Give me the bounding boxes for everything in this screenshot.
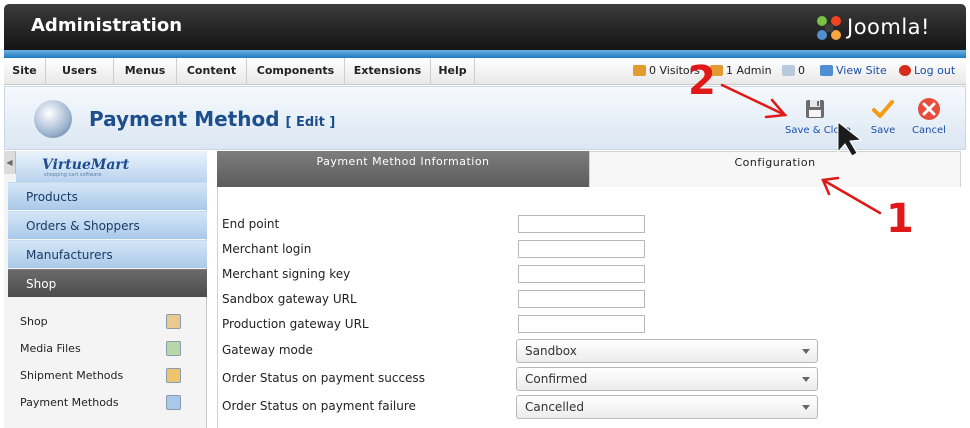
sidebar-item-media-files[interactable]: Media Files [8,335,207,362]
logout-link[interactable]: Log out [899,58,955,85]
sidebar-item-shop[interactable]: Shop [8,308,207,335]
gateway-mode-label: Gateway mode [222,343,313,357]
end-point-label: End point [222,217,280,231]
sidebar-item-media-label: Media Files [20,342,81,355]
sidebar-section-orders[interactable]: Orders & Shoppers [8,211,207,239]
sidebar: ◀ VirtueMart shopping cart software Prod… [4,151,207,428]
menu-content[interactable]: Content [177,58,247,85]
virtuemart-logo: VirtueMart shopping cart software [16,151,207,182]
save-button[interactable]: Save [865,97,901,143]
menu-components[interactable]: Components [247,58,345,85]
checkmark-icon [872,100,894,118]
page: Administration Joomla! Site Users Menus … [0,0,970,428]
view-site-label: View Site [836,64,887,77]
menu-site[interactable]: Site [4,58,46,85]
joomla-logo-icon [817,16,841,40]
shop-icon [166,314,181,329]
virtuemart-logo-tagline: shopping cart software [44,172,102,178]
page-title: Payment Method [ Edit ] [89,107,335,131]
annotation-step-2: 2 [688,58,716,104]
visitors-icon [633,65,646,76]
annotation-step-1: 1 [886,196,914,242]
gateway-mode-select[interactable]: Sandbox [516,339,818,363]
cancel-label: Cancel [912,125,946,136]
merchant-signing-key-input[interactable] [518,265,645,283]
admin-header: Administration Joomla! [4,4,966,50]
view-site-link[interactable]: View Site [820,58,887,85]
admins-stat: 1 Admin [710,58,772,85]
cancel-button[interactable]: Cancel [909,97,949,143]
sidebar-collapse-handle[interactable]: ◀ [4,151,16,174]
cancel-x-icon [918,98,940,120]
main-menu-bar: Site Users Menus Content Components Exte… [4,58,966,85]
menu-menus[interactable]: Menus [114,58,177,85]
gateway-mode-value: Sandbox [525,344,577,358]
chevron-down-icon [802,405,810,410]
merchant-login-input[interactable] [518,240,645,258]
joomla-logo: Joomla! [814,13,960,43]
sandbox-gateway-url-input[interactable] [518,290,645,308]
page-title-suffix: [ Edit ] [285,115,336,130]
menu-users[interactable]: Users [46,58,114,85]
logout-icon [899,65,911,76]
chevron-down-icon [802,349,810,354]
save-close-label: Save & Close [785,125,851,136]
payment-failure-status-value: Cancelled [525,400,584,414]
save-label: Save [870,125,896,136]
virtuemart-component-icon [34,100,72,138]
sidebar-section-manufacturers[interactable]: Manufacturers [8,240,207,268]
end-point-input[interactable] [518,215,645,233]
production-gateway-url-input[interactable] [518,315,645,333]
floppy-disk-icon [806,100,824,118]
monitor-icon [820,65,833,76]
messages-count: 0 [798,64,805,77]
sandbox-gateway-url-label: Sandbox gateway URL [222,292,357,306]
header-stripe [4,50,966,58]
admins-count: 1 Admin [726,64,772,77]
chevron-down-icon [802,377,810,382]
sidebar-item-shipment-label: Shipment Methods [20,369,124,382]
payment-success-status-select[interactable]: Confirmed [516,367,818,391]
payment-success-status-label: Order Status on payment success [222,371,425,385]
payment-success-status-value: Confirmed [525,372,588,386]
menu-help[interactable]: Help [431,58,475,85]
sidebar-item-shipment-methods[interactable]: Shipment Methods [8,362,207,389]
sidebar-item-payment-methods[interactable]: Payment Methods [8,389,207,416]
truck-icon [166,368,181,383]
production-gateway-url-label: Production gateway URL [222,317,369,331]
messages-stat[interactable]: 0 [782,58,805,85]
payment-card-icon [166,395,181,410]
merchant-login-label: Merchant login [222,242,312,256]
merchant-signing-key-label: Merchant signing key [222,267,351,281]
virtuemart-logo-text: VirtueMart [42,157,130,173]
tab-configuration[interactable]: Configuration [589,151,961,187]
toolbar: Payment Method [ Edit ] Save & Close Save… [4,86,966,150]
payment-failure-status-select[interactable]: Cancelled [516,395,818,419]
admin-title: Administration [31,15,183,36]
sidebar-section-products[interactable]: Products [8,182,207,210]
page-title-text: Payment Method [89,107,280,131]
sidebar-item-shop-label: Shop [20,315,48,328]
sidebar-item-payment-label: Payment Methods [20,396,119,409]
joomla-brand-text: Joomla! [847,15,930,39]
logout-label: Log out [914,64,956,77]
messages-icon [782,65,795,76]
tab-payment-method-information[interactable]: Payment Method Information [217,151,589,187]
media-files-icon [166,341,181,356]
payment-failure-status-label: Order Status on payment failure [222,399,416,413]
menu-extensions[interactable]: Extensions [345,58,431,85]
sidebar-section-shop[interactable]: Shop [8,269,207,297]
save-close-button[interactable]: Save & Close [785,97,851,143]
